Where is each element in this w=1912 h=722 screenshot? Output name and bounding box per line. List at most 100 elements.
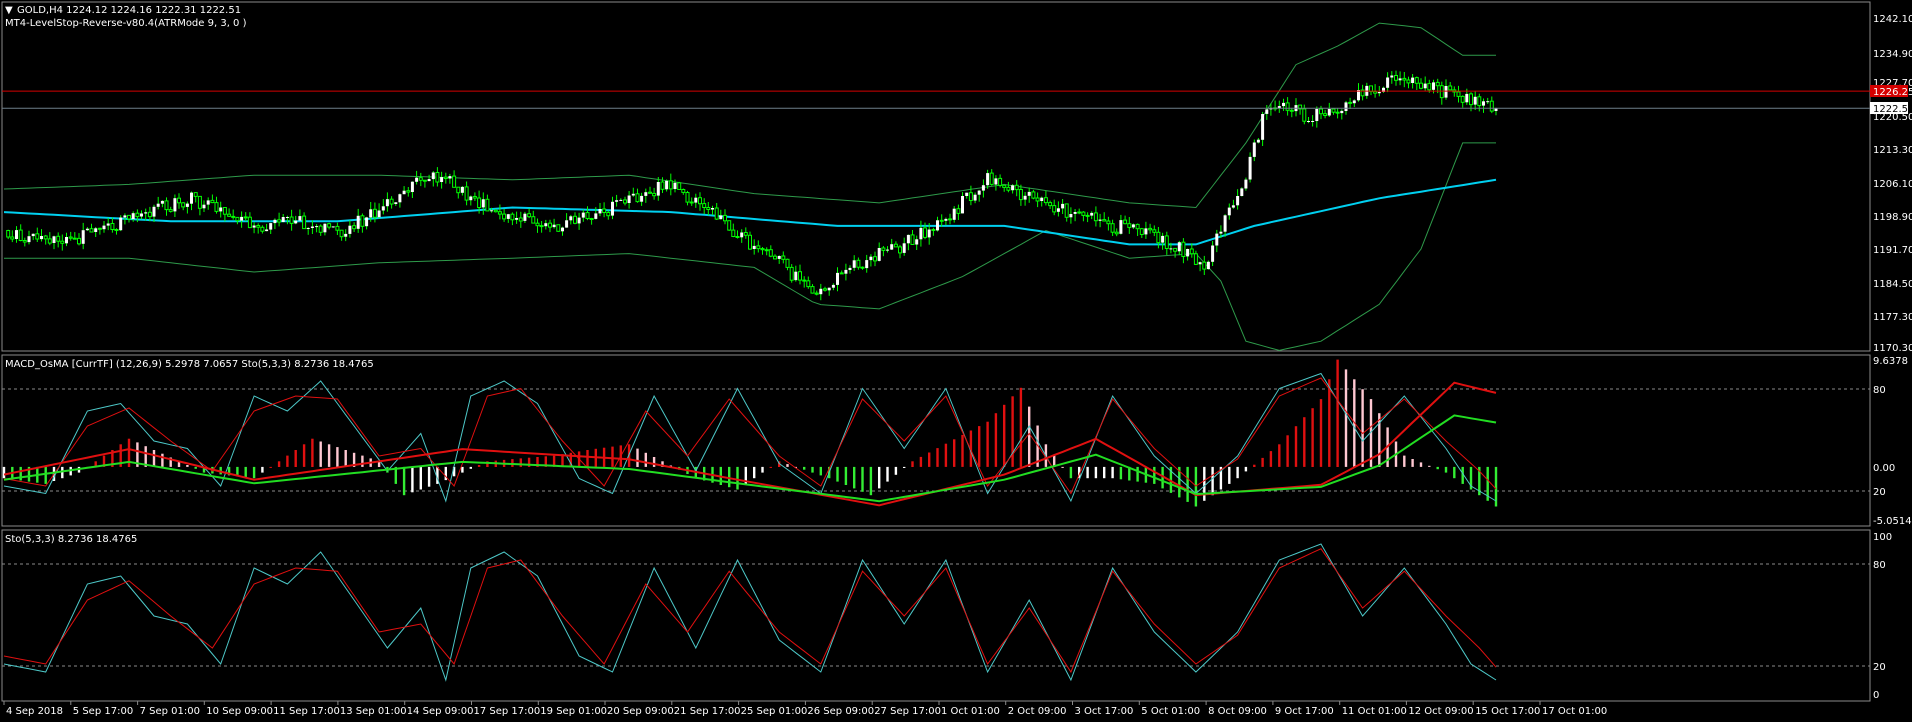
macd-histogram-bar <box>469 466 472 469</box>
sto-tick: 0 <box>1873 690 1879 701</box>
candle-body <box>402 190 406 195</box>
candle-body <box>681 189 686 193</box>
candle-body <box>623 199 627 204</box>
candle-body <box>1444 86 1448 98</box>
candle-body <box>1169 248 1173 250</box>
candle-body <box>1227 207 1231 216</box>
candle-body <box>561 227 564 232</box>
time-tick-label: 4 Sep 2018 <box>6 706 63 717</box>
candle-body <box>986 173 990 186</box>
candle-body <box>1085 214 1090 217</box>
candle-body <box>956 208 961 214</box>
candle-body <box>210 199 215 204</box>
candle-body <box>1477 96 1482 107</box>
candle-body <box>1106 220 1111 225</box>
candle-body <box>1285 102 1290 111</box>
candle-body <box>865 260 869 269</box>
candle-body <box>873 256 877 262</box>
candle-body <box>127 214 131 220</box>
macd-histogram-bar <box>1069 466 1073 479</box>
candle-body <box>556 224 561 232</box>
candle-body <box>615 200 619 202</box>
macd-histogram-bar <box>1336 359 1339 467</box>
macd-histogram-bar <box>853 466 856 489</box>
time-tick-label: 15 Oct 17:00 <box>1475 706 1540 717</box>
candle-body <box>1335 111 1340 114</box>
candle-body <box>40 236 43 240</box>
candle-body <box>152 206 156 217</box>
candle-body <box>1135 223 1140 230</box>
candle-body <box>1069 214 1073 218</box>
price-axis[interactable]: 1242.10 1234.90 1227.70 1220.50 1213.30 … <box>1873 14 1912 354</box>
candle-body <box>181 202 186 208</box>
candle-body <box>1077 211 1082 214</box>
candle-body <box>22 240 27 243</box>
candle-body <box>164 200 169 211</box>
candle-body <box>1164 235 1169 249</box>
candle-body <box>977 190 981 195</box>
macd-panel-frame[interactable] <box>1 354 1871 527</box>
candle-body <box>981 185 985 191</box>
candle-body <box>477 197 482 208</box>
candle-body <box>1398 78 1402 81</box>
candle-body <box>627 195 631 203</box>
macd-histogram-bar <box>2 466 6 479</box>
candle-body <box>585 212 590 220</box>
time-tick-label: 14 Sep 09:00 <box>407 706 474 717</box>
candle-body <box>435 172 440 183</box>
time-tick-label: 3 Oct 17:00 <box>1075 706 1134 717</box>
candle-body <box>485 198 490 212</box>
symbol-menu-icon[interactable]: ▼ <box>5 5 13 16</box>
candle-body <box>523 213 527 221</box>
candle-body <box>135 212 140 218</box>
macd-histogram-bar <box>836 466 839 482</box>
candle-body <box>389 198 394 205</box>
candle-body <box>285 217 289 218</box>
macd-histogram-bar <box>878 466 881 489</box>
sto-title: Sto(5,3,3) 8.2736 18.4765 <box>5 534 137 545</box>
candle-body <box>1411 77 1415 83</box>
macd-histogram-bar <box>1344 369 1348 467</box>
candle-body <box>1198 262 1202 265</box>
candle-body <box>72 237 77 240</box>
time-tick-label: 20 Sep 09:00 <box>607 706 674 717</box>
candle-body <box>1023 195 1027 200</box>
candle-body <box>418 177 423 181</box>
macd-histogram-bar <box>1019 387 1023 467</box>
candle-body <box>539 225 544 228</box>
candle-body <box>1244 179 1248 189</box>
candle-body <box>598 209 602 214</box>
macd-histogram-bar <box>402 466 406 496</box>
macd-histogram-bar <box>186 465 189 467</box>
candle-body <box>15 230 18 239</box>
candle-body <box>890 244 894 250</box>
candle-body <box>1056 208 1060 212</box>
sto-panel-frame[interactable] <box>1 529 1871 702</box>
candle-body <box>1315 109 1319 121</box>
candle-body <box>923 227 927 238</box>
candle-body <box>814 292 819 295</box>
time-axis[interactable]: 4 Sep 2018 5 Sep 17:00 7 Sep 01:00 10 Sep 0… <box>3 701 1607 717</box>
macd-histogram-bar <box>336 447 339 467</box>
candle-body <box>1177 242 1181 252</box>
candle-body <box>1014 184 1019 191</box>
macd-histogram-bar <box>1319 399 1323 467</box>
candle-body <box>506 214 510 219</box>
candle-body <box>448 176 452 179</box>
macd-histogram-bar <box>161 453 164 467</box>
candle-body <box>635 193 640 203</box>
candle-body <box>668 180 673 190</box>
candle-body <box>352 225 357 230</box>
candle-body <box>173 198 177 212</box>
candle-body <box>810 286 815 294</box>
candle-body <box>1040 197 1044 201</box>
candle-body <box>906 234 910 244</box>
candle-body <box>931 229 936 231</box>
time-tick-label: 2 Oct 09:00 <box>1008 706 1067 717</box>
candle-body <box>743 232 748 236</box>
candle-body <box>256 225 261 228</box>
candle-body <box>1127 223 1132 228</box>
candle-body <box>193 192 198 197</box>
main-panel-frame[interactable] <box>1 1 1871 352</box>
macd-histogram-bar <box>1328 379 1331 467</box>
